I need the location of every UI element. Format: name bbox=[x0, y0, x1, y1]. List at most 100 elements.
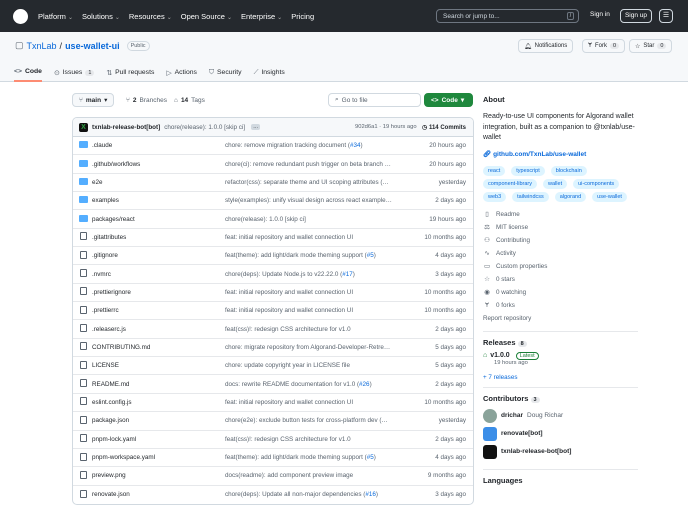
repo-owner-link[interactable]: TxnLab bbox=[27, 41, 57, 51]
commit-message[interactable]: feat: initial repository and wallet conn… bbox=[225, 307, 425, 314]
file-row[interactable]: LICENSE chore: update copyright year in L… bbox=[73, 357, 473, 376]
commit-sha-time[interactable]: 902d6a1 · 19 hours ago bbox=[355, 124, 417, 130]
contributor[interactable]: txnlab-release-bot[bot] bbox=[483, 443, 638, 461]
tab-insights[interactable]: ⟋ Insights bbox=[254, 63, 285, 82]
commit-author[interactable]: txnlab-release-bot[bot] bbox=[92, 124, 160, 131]
file-name[interactable]: eslint.config.js bbox=[92, 399, 238, 406]
file-name[interactable]: .nvmrc bbox=[92, 271, 238, 278]
topic-ui-components[interactable]: ui-components bbox=[573, 178, 620, 189]
file-row[interactable]: .prettierrc feat: initial repository and … bbox=[73, 302, 473, 321]
star-button[interactable]: ☆ Star 0 bbox=[629, 39, 673, 53]
nav-item-resources[interactable]: Resources ⌄ bbox=[129, 12, 172, 21]
commit-message[interactable]: refactor(css): separate theme and UI sco… bbox=[225, 179, 425, 186]
pr-link[interactable]: #5 bbox=[367, 252, 374, 259]
github-logo-icon[interactable] bbox=[13, 8, 28, 24]
file-name[interactable]: preview.png bbox=[92, 472, 238, 479]
commit-message[interactable]: chore(e2e): exclude button tests for cro… bbox=[225, 417, 425, 424]
folder-row[interactable]: packages/react chore(release): 1.0.0 [ski… bbox=[73, 210, 473, 229]
file-row[interactable]: preview.png docs(readme): add component p… bbox=[73, 467, 473, 486]
contributor[interactable]: drichar Doug Richar bbox=[483, 407, 638, 425]
file-name[interactable]: e2e bbox=[92, 179, 238, 186]
file-name[interactable]: .gitattributes bbox=[92, 234, 238, 241]
code-button[interactable]: <> Code ▾ bbox=[424, 93, 473, 107]
pr-link[interactable]: #34 bbox=[350, 142, 361, 149]
releases-heading[interactable]: Releases 8 bbox=[483, 338, 638, 347]
commit-message[interactable]: docs: rewrite README documentation for v… bbox=[225, 381, 425, 388]
homepage-link[interactable]: 🔗︎ github.com/TxnLab/use-wallet bbox=[483, 150, 638, 158]
file-row[interactable]: .prettierignore feat: initial repository … bbox=[73, 284, 473, 303]
tab-actions[interactable]: ▷ Actions bbox=[166, 63, 197, 82]
commits-link[interactable]: ◷ 114 Commits bbox=[422, 124, 466, 131]
folder-row[interactable]: e2e refactor(css): separate theme and UI … bbox=[73, 174, 473, 193]
commit-message[interactable]: chore: remove migration tracking documen… bbox=[225, 142, 425, 149]
topic-algorand[interactable]: algorand bbox=[554, 191, 587, 202]
topic-tailwindcss[interactable]: tailwindcss bbox=[512, 191, 549, 202]
tab-issues[interactable]: ⊙ Issues 1 bbox=[54, 63, 95, 82]
file-name[interactable]: pnpm-lock.yaml bbox=[92, 436, 238, 443]
branch-select[interactable]: ⑂ main ▾ bbox=[72, 93, 115, 107]
commit-message[interactable]: style(examples): unify visual design acr… bbox=[225, 197, 425, 204]
commit-message[interactable]: feat(theme): add light/dark mode theming… bbox=[225, 252, 425, 259]
file-name[interactable]: .claude bbox=[92, 142, 238, 149]
topic-typescript[interactable]: typescript bbox=[511, 165, 545, 176]
topic-react[interactable]: react bbox=[483, 165, 506, 176]
file-name[interactable]: README.md bbox=[92, 381, 238, 388]
file-row[interactable]: eslint.config.js feat: initial repository… bbox=[73, 394, 473, 413]
meta-custom-properties[interactable]: ▭ Custom properties bbox=[483, 260, 638, 273]
topic-blockchain[interactable]: blockchain bbox=[550, 165, 587, 176]
meta-0-forks[interactable]: Ɏ 0 forks bbox=[483, 299, 638, 312]
commit-message[interactable]: feat(css)!: redesign CSS architecture fo… bbox=[225, 326, 425, 333]
commit-message[interactable]: chore(release): 1.0.0 [skip ci] bbox=[164, 124, 245, 131]
file-name[interactable]: .github/workflows bbox=[92, 161, 238, 168]
file-row[interactable]: .gitignore feat(theme): add light/dark mo… bbox=[73, 247, 473, 266]
commit-message[interactable]: chore(deps): Update Node.js to v22.22.0 … bbox=[225, 271, 425, 278]
meta-mit-license[interactable]: ⚖ MIT license bbox=[483, 221, 638, 234]
nav-item-pricing[interactable]: Pricing bbox=[291, 12, 314, 21]
nav-item-open-source[interactable]: Open Source ⌄ bbox=[181, 12, 232, 21]
file-name[interactable]: LICENSE bbox=[92, 362, 238, 369]
folder-row[interactable]: examples style(examples): unify visual de… bbox=[73, 192, 473, 211]
file-name[interactable]: renovate.json bbox=[92, 491, 238, 498]
file-row[interactable]: README.md docs: rewrite README documentat… bbox=[73, 375, 473, 394]
tab-security[interactable]: ⛉ Security bbox=[209, 63, 242, 82]
pr-link[interactable]: #5 bbox=[367, 454, 374, 461]
file-name[interactable]: package.json bbox=[92, 417, 238, 424]
meta-activity[interactable]: ∿ Activity bbox=[483, 247, 638, 260]
branches-link[interactable]: ⑂ 2 Branches bbox=[126, 93, 167, 107]
go-to-file-input[interactable]: ⌕ Go to file bbox=[328, 93, 421, 107]
file-row[interactable]: .gitattributes feat: initial repository a… bbox=[73, 229, 473, 248]
contributor[interactable]: renovate[bot] bbox=[483, 425, 638, 443]
file-row[interactable]: package.json chore(e2e): exclude button t… bbox=[73, 412, 473, 431]
pr-link[interactable]: #17 bbox=[342, 271, 353, 278]
more-releases-link[interactable]: + 7 releases bbox=[483, 374, 638, 381]
repo-name-link[interactable]: use-wallet-ui bbox=[65, 41, 120, 51]
tab-pull-requests[interactable]: ⇅ Pull requests bbox=[106, 63, 154, 82]
file-row[interactable]: CONTRIBUTING.md chore: migrate repository… bbox=[73, 339, 473, 358]
file-name[interactable]: examples bbox=[92, 197, 238, 204]
nav-item-platform[interactable]: Platform ⌄ bbox=[38, 12, 73, 21]
file-name[interactable]: .gitignore bbox=[92, 252, 238, 259]
contributors-heading[interactable]: Contributors 3 bbox=[483, 394, 638, 403]
latest-release[interactable]: ⌂ v1.0.0 Latest bbox=[483, 351, 638, 360]
folder-row[interactable]: .github/workflows chore(ci): remove redun… bbox=[73, 155, 473, 174]
menu-icon[interactable]: ☰ bbox=[659, 9, 673, 23]
meta-0-stars[interactable]: ☆ 0 stars bbox=[483, 273, 638, 286]
topic-use-wallet[interactable]: use-wallet bbox=[592, 191, 627, 202]
ellipsis-button[interactable]: … bbox=[251, 124, 261, 130]
file-row[interactable]: renovate.json chore(deps): Update all non… bbox=[73, 486, 473, 504]
file-name[interactable]: .prettierrc bbox=[92, 307, 238, 314]
tab-code[interactable]: <> Code bbox=[14, 63, 42, 82]
tags-link[interactable]: ⌂ 14 Tags bbox=[174, 93, 205, 107]
folder-row[interactable]: .claude chore: remove migration tracking … bbox=[73, 137, 473, 156]
fork-button[interactable]: Ɏ Fork 0 bbox=[582, 39, 626, 53]
commit-message[interactable]: chore(ci): remove redundant push trigger… bbox=[225, 161, 425, 168]
commit-message[interactable]: feat: initial repository and wallet conn… bbox=[225, 399, 425, 406]
file-name[interactable]: CONTRIBUTING.md bbox=[92, 344, 238, 351]
commit-message[interactable]: chore(release): 1.0.0 [skip ci] bbox=[225, 216, 425, 223]
sign-up-button[interactable]: Sign up bbox=[620, 9, 652, 23]
sign-in-link[interactable]: Sign in bbox=[590, 11, 610, 18]
pr-link[interactable]: #16 bbox=[365, 491, 376, 498]
commit-message[interactable]: feat(theme): add light/dark mode theming… bbox=[225, 454, 425, 461]
file-row[interactable]: pnpm-workspace.yaml feat(theme): add ligh… bbox=[73, 449, 473, 468]
file-name[interactable]: pnpm-workspace.yaml bbox=[92, 454, 238, 461]
